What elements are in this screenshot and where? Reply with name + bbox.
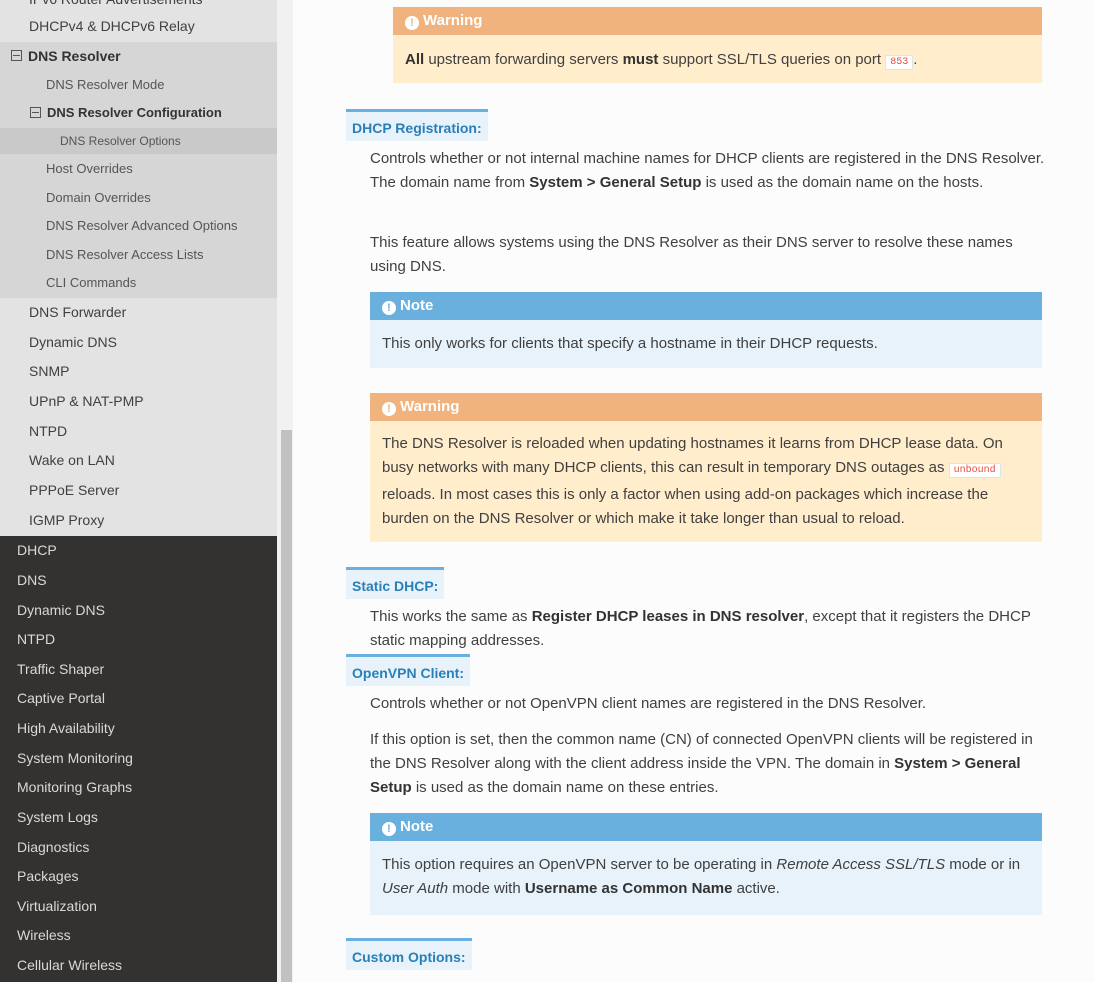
main-content: ! Warning All upstream forwarding servers… xyxy=(293,0,1095,982)
nav-label: DNS Resolver xyxy=(28,48,121,64)
admonition-body: The DNS Resolver is reloaded when updati… xyxy=(370,421,1042,542)
admonition-title-text: Note xyxy=(400,818,434,835)
warning-admonition-reload: ! Warning The DNS Resolver is reloaded wh… xyxy=(370,393,1042,542)
paragraph: If this option is set, then the common n… xyxy=(370,728,1050,800)
nav-item-igmp-proxy[interactable]: IGMP Proxy xyxy=(0,506,277,535)
nav-item-resolver-configuration[interactable]: DNS Resolver Configuration xyxy=(0,99,277,127)
text: This option requires an OpenVPN server t… xyxy=(382,856,777,873)
admonition-body: All upstream forwarding servers must sup… xyxy=(393,35,1042,83)
nav-item-resolver-options[interactable]: DNS Resolver Options xyxy=(0,128,277,154)
nav-item-cellular-wireless[interactable]: Cellular Wireless xyxy=(0,951,277,980)
nav-expanded-section: IPv6 Router Advertisements DHCPv4 & DHCP… xyxy=(0,0,277,536)
text: upstream forwarding servers xyxy=(424,51,623,68)
nav-item-ntpd[interactable]: NTPD xyxy=(0,417,277,446)
bold-text: All xyxy=(405,51,425,68)
collapse-icon[interactable] xyxy=(11,50,22,62)
sidebar-scrollbar-thumb[interactable] xyxy=(281,430,292,982)
collapse-icon[interactable] xyxy=(30,106,41,118)
nav-item-dynamic-dns-top[interactable]: Dynamic DNS xyxy=(0,596,277,625)
nav-item-resolver-mode[interactable]: DNS Resolver Mode xyxy=(0,71,277,99)
admonition-title-text: Warning xyxy=(423,12,483,29)
exclamation-icon: ! xyxy=(382,822,396,836)
warning-admonition-ssl: ! Warning All upstream forwarding servers… xyxy=(393,7,1042,83)
nav-item-pppoe-server[interactable]: PPPoE Server xyxy=(0,476,277,505)
term-openvpn-client: OpenVPN Client: xyxy=(346,654,471,686)
text: is used as the domain name on the hosts. xyxy=(701,174,984,191)
nav-item-access-lists[interactable]: DNS Resolver Access Lists xyxy=(0,241,277,269)
nav-item-snmp[interactable]: SNMP xyxy=(0,357,277,386)
bold-text: Register DHCP leases in DNS resolver xyxy=(531,608,805,625)
admonition-body: This option requires an OpenVPN server t… xyxy=(370,841,1042,915)
nav-item-virtualization[interactable]: Virtualization xyxy=(0,892,277,921)
nav-item-system-monitoring[interactable]: System Monitoring xyxy=(0,744,277,773)
nav-item-wake-on-lan[interactable]: Wake on LAN xyxy=(0,446,277,475)
text: reloads. In most cases this is only a fa… xyxy=(382,486,989,527)
text: active. xyxy=(732,880,780,897)
nav-item-dns[interactable]: DNS xyxy=(0,566,277,595)
text: support SSL/TLS queries on port xyxy=(658,51,886,68)
admonition-title-text: Warning xyxy=(400,398,460,415)
paragraph: Controls whether or not OpenVPN client n… xyxy=(370,695,927,712)
nav-item-system-logs[interactable]: System Logs xyxy=(0,803,277,832)
text: The DNS Resolver is reloaded when updati… xyxy=(382,435,1003,476)
inline-code: unbound xyxy=(948,463,1001,478)
nav-item-dns-forwarder[interactable]: DNS Forwarder xyxy=(0,298,277,327)
nav-item-diagnostics[interactable]: Diagnostics xyxy=(0,833,277,862)
admonition-body: This only works for clients that specify… xyxy=(370,320,1042,368)
inline-code: 853 xyxy=(885,55,914,70)
sidebar-nav: IPv6 Router Advertisements DHCPv4 & DHCP… xyxy=(0,0,277,982)
exclamation-icon: ! xyxy=(405,16,419,30)
note-admonition-openvpn: ! Note This option requires an OpenVPN se… xyxy=(370,813,1042,915)
paragraph: Controls whether or not internal machine… xyxy=(370,147,1050,195)
note-admonition-hostname: ! Note This only works for clients that s… xyxy=(370,292,1042,368)
nav-item-advanced-options[interactable]: DNS Resolver Advanced Options xyxy=(0,212,277,240)
italic-text: Remote Access SSL/TLS xyxy=(776,856,946,873)
nav-label: DNS Resolver Configuration xyxy=(47,105,222,120)
bold-text: must xyxy=(622,51,659,68)
admonition-title-text: Note xyxy=(400,297,434,314)
term-dhcp-registration: DHCP Registration: xyxy=(346,109,488,141)
text: This works the same as xyxy=(370,608,532,625)
term-static-dhcp: Static DHCP: xyxy=(346,567,445,599)
nav-item-traffic-shaper[interactable]: Traffic Shaper xyxy=(0,655,277,684)
bold-text: Username as Common Name xyxy=(524,880,733,897)
nav-item-host-overrides[interactable]: Host Overrides xyxy=(0,155,277,183)
nav-item-ntpd-top[interactable]: NTPD xyxy=(0,625,277,654)
nav-item-captive-portal[interactable]: Captive Portal xyxy=(0,684,277,713)
bold-text: System > General Setup xyxy=(529,174,702,191)
nav-item-high-availability[interactable]: High Availability xyxy=(0,714,277,743)
nav-item-dns-resolver[interactable]: DNS Resolver xyxy=(0,42,277,71)
nav-item-dhcp[interactable]: DHCP xyxy=(0,536,277,565)
nav-item-packages[interactable]: Packages xyxy=(0,862,277,891)
text: . xyxy=(913,51,918,68)
nav-item-cli-commands[interactable]: CLI Commands xyxy=(0,269,277,297)
admonition-title: ! Note xyxy=(370,813,1042,841)
exclamation-icon: ! xyxy=(382,301,396,315)
paragraph: This works the same as Register DHCP lea… xyxy=(370,605,1050,653)
nav-item-domain-overrides[interactable]: Domain Overrides xyxy=(0,184,277,212)
text: is used as the domain name on these entr… xyxy=(411,779,719,796)
admonition-title: ! Note xyxy=(370,292,1042,320)
nav-item-monitoring-graphs[interactable]: Monitoring Graphs xyxy=(0,773,277,802)
term-custom-options: Custom Options: xyxy=(346,938,472,970)
exclamation-icon: ! xyxy=(382,402,396,416)
admonition-title: ! Warning xyxy=(370,393,1042,421)
nav-item-upnp[interactable]: UPnP & NAT-PMP xyxy=(0,387,277,416)
text: mode with xyxy=(448,880,525,897)
nav-item-dynamic-dns[interactable]: Dynamic DNS xyxy=(0,328,277,357)
text: mode or in xyxy=(945,856,1021,873)
nav-item-wireless[interactable]: Wireless xyxy=(0,921,277,950)
paragraph: This feature allows systems using the DN… xyxy=(370,234,1013,275)
admonition-title: ! Warning xyxy=(393,7,1042,35)
italic-text: User Auth xyxy=(382,880,449,897)
nav-item-dhcp-relay[interactable]: DHCPv4 & DHCPv6 Relay xyxy=(0,12,277,41)
